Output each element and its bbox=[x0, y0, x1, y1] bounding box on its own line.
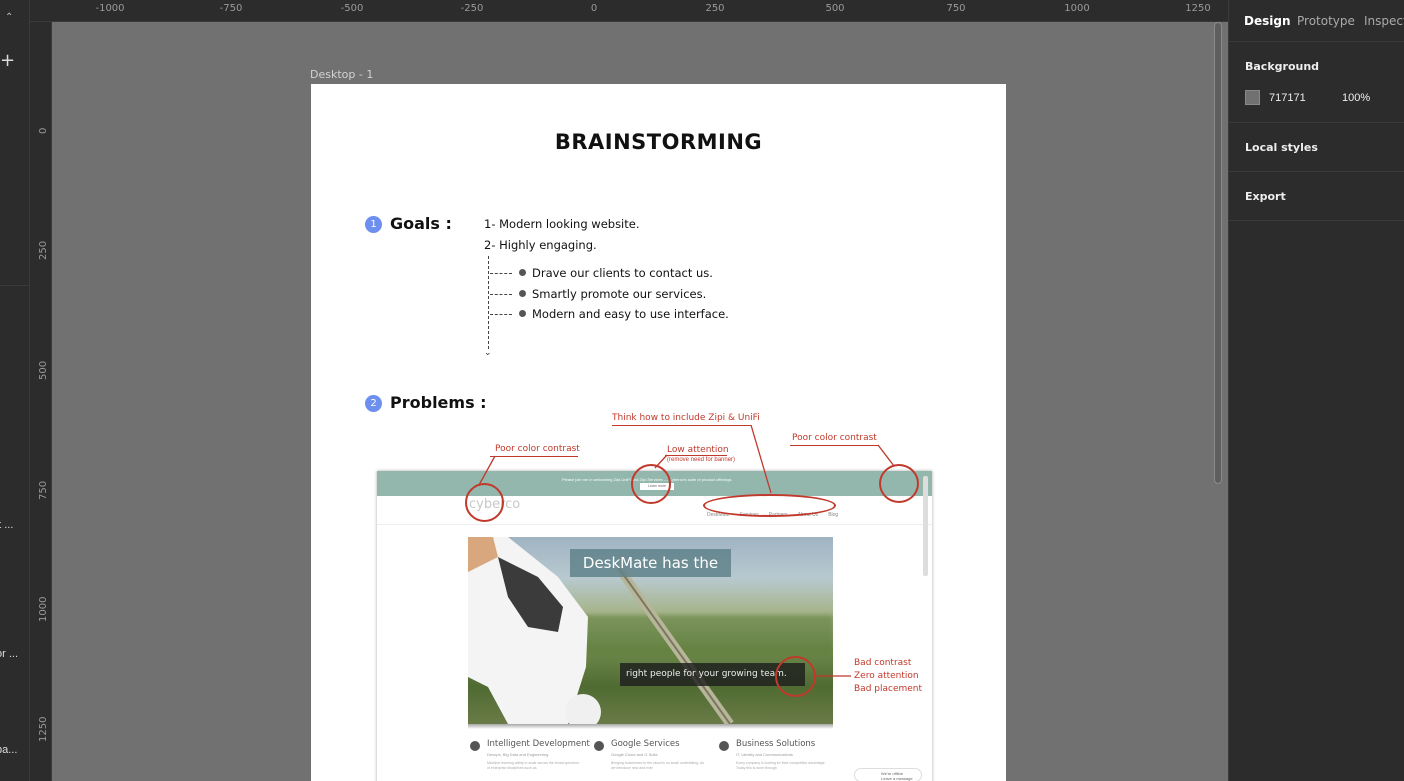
ruler-label: -250 bbox=[460, 3, 484, 14]
tab-design[interactable]: Design bbox=[1244, 14, 1291, 28]
ruler-label: 750 bbox=[946, 3, 966, 14]
ruler-vertical: 0 250 500 750 1000 1250 bbox=[30, 22, 52, 781]
canvas-scrollbar[interactable] bbox=[1214, 22, 1222, 484]
ruler-label: 1250 bbox=[38, 716, 49, 742]
ruler-label: 0 bbox=[38, 127, 49, 134]
chevron-up-icon[interactable]: ⌃ bbox=[5, 12, 13, 23]
leader-line bbox=[654, 454, 668, 469]
ruler-label: 1000 bbox=[38, 596, 49, 622]
panel-divider bbox=[1229, 122, 1404, 123]
ruler-label: 0 bbox=[590, 3, 598, 14]
local-styles-heading[interactable]: Local styles bbox=[1245, 141, 1318, 154]
sidebar-divider bbox=[0, 285, 29, 286]
panel-divider bbox=[1229, 41, 1404, 42]
add-page-icon[interactable]: + bbox=[0, 50, 15, 71]
layers-sidebar: ⌃ + 't ... or ... ba... bbox=[0, 0, 30, 781]
desktop-frame[interactable]: BRAINSTORMING 1 Goals : 1- Modern lookin… bbox=[311, 84, 1006, 781]
frame-label[interactable]: Desktop - 1 bbox=[310, 68, 373, 81]
ruler-label: 500 bbox=[38, 360, 49, 380]
ruler-label: -750 bbox=[219, 3, 243, 14]
properties-panel: Design Prototype Inspect Background 7171… bbox=[1228, 0, 1404, 781]
annotation-leader-lines bbox=[478, 424, 895, 677]
ruler-label: 250 bbox=[38, 240, 49, 260]
leader-line bbox=[478, 455, 496, 486]
layer-item[interactable]: 't ... bbox=[0, 519, 13, 531]
ruler-label: 1250 bbox=[1185, 3, 1211, 14]
export-heading[interactable]: Export bbox=[1245, 190, 1286, 203]
ruler-label: 500 bbox=[825, 3, 845, 14]
tab-inspect[interactable]: Inspect bbox=[1364, 14, 1404, 28]
background-color-swatch[interactable] bbox=[1245, 90, 1260, 105]
layer-item[interactable]: or ... bbox=[0, 648, 18, 660]
background-hex-value[interactable]: 717171 bbox=[1269, 92, 1306, 104]
ruler-label: 750 bbox=[38, 480, 49, 500]
ruler-label: -500 bbox=[340, 3, 364, 14]
background-heading: Background bbox=[1245, 60, 1320, 73]
panel-divider bbox=[1229, 220, 1404, 221]
leader-line bbox=[877, 444, 895, 467]
ruler-label: -1000 bbox=[95, 3, 125, 14]
ruler-label: 250 bbox=[705, 3, 725, 14]
tab-prototype[interactable]: Prototype bbox=[1297, 14, 1355, 28]
leader-line bbox=[750, 424, 772, 494]
ruler-horizontal: -1000 -750 -500 -250 0 250 500 750 1000 … bbox=[30, 0, 1228, 22]
ruler-label: 1000 bbox=[1064, 3, 1090, 14]
layer-item[interactable]: ba... bbox=[0, 744, 17, 756]
background-opacity-value[interactable]: 100% bbox=[1342, 92, 1370, 104]
panel-divider bbox=[1229, 171, 1404, 172]
